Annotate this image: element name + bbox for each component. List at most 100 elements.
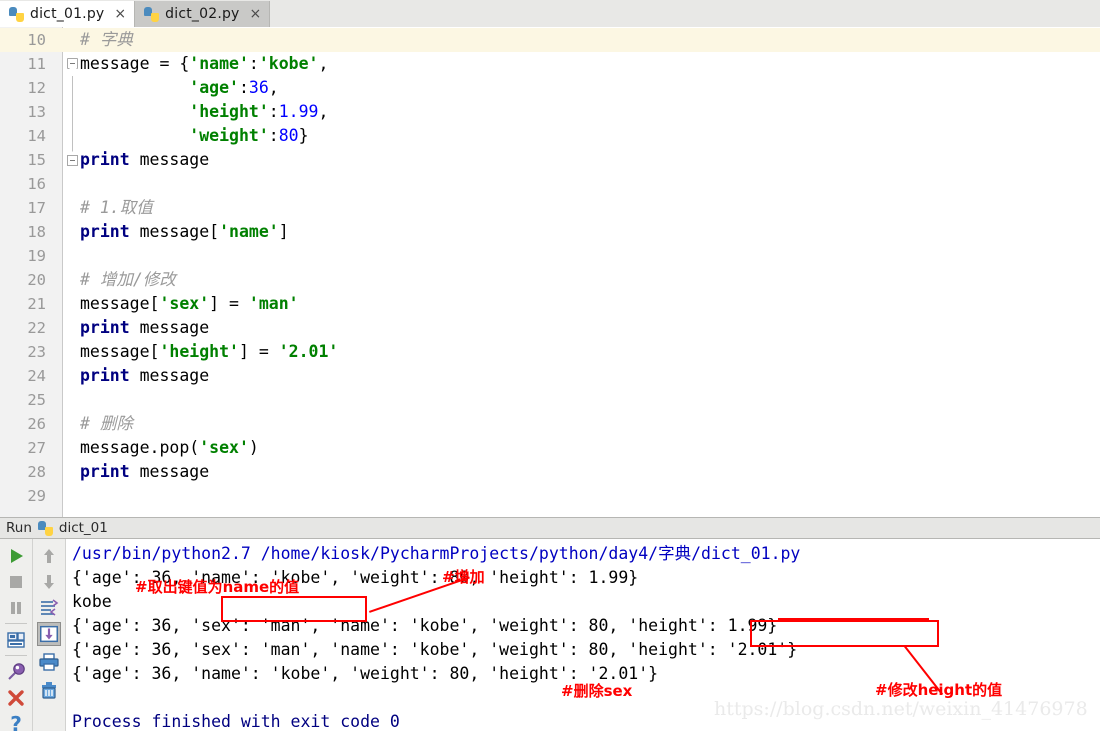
highlight-underline-height-original <box>778 618 929 620</box>
pin-icon[interactable] <box>4 660 28 684</box>
code-text: print message <box>80 462 210 481</box>
line-number: 10 <box>27 31 46 49</box>
python-config-icon <box>37 520 53 536</box>
code-line[interactable]: 20 # 增加/修改 <box>0 268 1100 292</box>
scroll-to-end-icon[interactable] <box>37 622 61 646</box>
code-text: print message <box>80 150 210 169</box>
code-text: # 删除 <box>80 414 133 433</box>
toolbar-divider <box>5 655 27 656</box>
line-number: 16 <box>27 175 46 193</box>
annotation-get-value: #取出键值为name的值 <box>135 578 300 596</box>
code-text: # 增加/修改 <box>80 270 176 289</box>
code-line[interactable]: 29 <box>0 484 1100 508</box>
trash-icon[interactable] <box>37 678 61 702</box>
code-line[interactable]: 12 'age':36, <box>0 76 1100 100</box>
console-command-line[interactable]: /usr/bin/python2.7 /home/kiosk/PycharmPr… <box>72 542 800 566</box>
code-line[interactable]: 21 message['sex'] = 'man' <box>0 292 1100 316</box>
code-text: print message <box>80 318 210 337</box>
console-output-line: Process finished with exit code 0 <box>72 712 400 731</box>
line-number: 27 <box>27 439 46 457</box>
restore-layout-button[interactable] <box>4 628 28 652</box>
line-number: 18 <box>27 223 46 241</box>
code-lines: 10 # 字典 11 message = {'name':'kobe', 12 'age… <box>0 27 1100 517</box>
code-line[interactable]: 15 print message <box>0 148 1100 172</box>
code-line[interactable]: 19 <box>0 244 1100 268</box>
line-number: 21 <box>27 295 46 313</box>
code-line[interactable]: 22 print message <box>0 316 1100 340</box>
annotation-add: #增加 <box>442 568 485 586</box>
annotation-modify-height: #修改height的值 <box>875 681 1003 699</box>
help-icon[interactable]: ? <box>4 712 28 736</box>
run-label: Run <box>6 520 32 536</box>
line-number: 26 <box>27 415 46 433</box>
code-text: message.pop('sex') <box>80 438 259 457</box>
code-line[interactable]: 18 print message['name'] <box>0 220 1100 244</box>
line-number: 20 <box>27 271 46 289</box>
line-number: 22 <box>27 319 46 337</box>
line-number: 13 <box>27 103 46 121</box>
code-line[interactable]: 24 print message <box>0 364 1100 388</box>
console-output-line: {'age': 36, 'sex': 'man', 'name': 'kobe'… <box>72 616 778 635</box>
code-text: message['sex'] = 'man' <box>80 294 299 313</box>
pause-button[interactable] <box>4 596 28 620</box>
line-number: 29 <box>27 487 46 505</box>
stop-button[interactable] <box>4 570 28 594</box>
code-text: message['height'] = '2.01' <box>80 342 339 361</box>
editor-tab-label: dict_01.py <box>30 6 105 22</box>
code-text: 'weight':80} <box>189 126 309 145</box>
code-line[interactable]: 10 # 字典 <box>0 28 1100 52</box>
line-number: 24 <box>27 367 46 385</box>
watermark: https://blog.csdn.net/weixin_41476978 <box>714 698 1088 720</box>
code-text: 'height':1.99, <box>189 102 329 121</box>
console-output-line: kobe <box>72 592 112 611</box>
code-text: # 1.取值 <box>80 198 153 217</box>
editor-tab-dict02[interactable]: dict_02.py × <box>135 1 271 27</box>
line-number: 25 <box>27 391 46 409</box>
code-text: # 字典 <box>80 30 133 49</box>
code-line[interactable]: 14 'weight':80} <box>0 124 1100 148</box>
code-line[interactable]: 26 # 删除 <box>0 412 1100 436</box>
code-line[interactable]: 11 message = {'name':'kobe', <box>0 52 1100 76</box>
run-tool-window-header[interactable]: Run dict_01 <box>0 517 1100 539</box>
line-number: 14 <box>27 127 46 145</box>
line-number: 19 <box>27 247 46 265</box>
code-line[interactable]: 23 message['height'] = '2.01' <box>0 340 1100 364</box>
line-number: 17 <box>27 199 46 217</box>
code-line[interactable]: 13 'height':1.99, <box>0 100 1100 124</box>
code-line[interactable]: 16 <box>0 172 1100 196</box>
code-text: print message['name'] <box>80 222 289 241</box>
editor-tab-bar: dict_01.py × dict_02.py × <box>0 0 1100 28</box>
close-icon[interactable] <box>4 686 28 710</box>
console-right-toolbar <box>33 539 66 731</box>
close-icon[interactable]: × <box>250 6 262 22</box>
editor-tab-label: dict_02.py <box>165 6 240 22</box>
line-number: 15 <box>27 151 46 169</box>
python-file-icon <box>9 6 24 22</box>
code-editor[interactable]: 10 # 字典 11 message = {'name':'kobe', 12 'age… <box>0 27 1100 517</box>
console-left-toolbar: ? <box>0 539 33 736</box>
arrow-up-icon[interactable] <box>37 544 61 568</box>
editor-tab-dict01[interactable]: dict_01.py × <box>0 1 136 27</box>
code-text: message = {'name':'kobe', <box>80 54 329 73</box>
code-text: 'age':36, <box>189 78 279 97</box>
code-line[interactable]: 25 <box>0 388 1100 412</box>
code-line[interactable]: 17 # 1.取值 <box>0 196 1100 220</box>
toolbar-divider <box>5 623 27 624</box>
close-icon[interactable]: × <box>114 6 126 22</box>
code-line[interactable]: 28 print message <box>0 460 1100 484</box>
annotation-delete-sex: #删除sex <box>561 682 633 700</box>
highlight-box-height-modified <box>750 620 939 647</box>
run-button[interactable] <box>4 544 28 568</box>
arrow-down-icon[interactable] <box>37 570 61 594</box>
highlight-box-sex-entry <box>221 596 367 622</box>
line-number: 28 <box>27 463 46 481</box>
printer-icon[interactable] <box>37 650 61 674</box>
python-file-icon <box>144 6 160 22</box>
svg-text:?: ? <box>10 712 22 736</box>
soft-wrap-icon[interactable] <box>37 596 61 620</box>
code-text: print message <box>80 366 210 385</box>
code-line[interactable]: 27 message.pop('sex') <box>0 436 1100 460</box>
pycharm-window: dict_01.py × dict_02.py × 10 # 字典 11 messag… <box>0 0 1100 736</box>
line-number: 23 <box>27 343 46 361</box>
line-number: 11 <box>27 55 46 73</box>
